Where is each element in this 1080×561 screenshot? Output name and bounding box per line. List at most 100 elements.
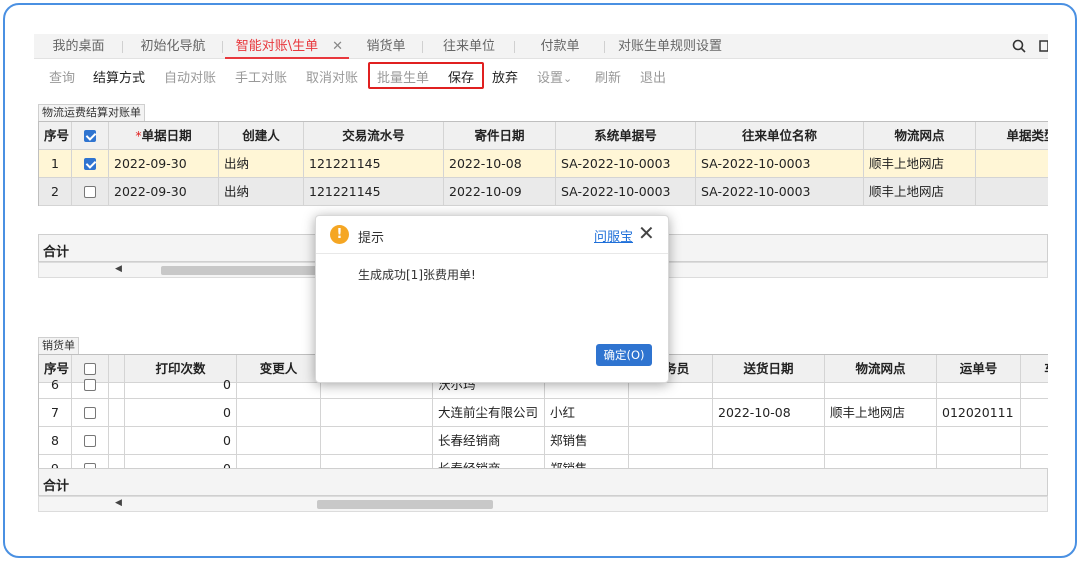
row-serial[interactable]: 121221145 bbox=[304, 178, 444, 206]
row-serial[interactable]: 121221145 bbox=[304, 150, 444, 178]
row-contact[interactable]: 郑销售 bbox=[545, 427, 629, 455]
tab-init-guide[interactable]: 初始化导航 bbox=[123, 34, 223, 59]
manual-reconcile-button[interactable]: 手工对账 bbox=[235, 67, 287, 86]
row-contact[interactable]: 郑销售 bbox=[545, 455, 629, 468]
row-customer[interactable]: 大连前尘有限公司 bbox=[433, 399, 545, 427]
help-link[interactable]: 问服宝 bbox=[594, 226, 633, 245]
tab-sales-order[interactable]: 销货单 bbox=[349, 34, 423, 59]
row-select[interactable] bbox=[72, 178, 109, 206]
row-delivery-date[interactable] bbox=[713, 455, 825, 468]
sales-horizontal-scrollbar[interactable]: ◀ bbox=[38, 496, 1048, 512]
row-waybill[interactable] bbox=[937, 455, 1021, 468]
tab-payment[interactable]: 付款单 bbox=[515, 34, 605, 59]
row-send-date[interactable]: 2022-10-08 bbox=[444, 150, 556, 178]
table-row[interactable]: 8 0 长春经销商 郑销售 bbox=[39, 427, 1048, 455]
row-checkbox[interactable] bbox=[84, 157, 96, 170]
refresh-button[interactable]: 刷新 bbox=[595, 67, 621, 86]
window-icon[interactable] bbox=[1039, 34, 1048, 59]
row-vehicle[interactable] bbox=[1021, 399, 1048, 427]
tab-desktop[interactable]: 我的桌面 bbox=[34, 34, 123, 59]
row-send-date[interactable]: 2022-10-09 bbox=[444, 178, 556, 206]
row-creator[interactable]: 出纳 bbox=[219, 178, 304, 206]
row-outlet[interactable] bbox=[825, 371, 937, 399]
tab-smart-reconcile[interactable]: 智能对账\生单 ✕ bbox=[225, 34, 349, 59]
row-select[interactable] bbox=[72, 399, 109, 427]
row-customer[interactable]: 长春经销商 bbox=[433, 427, 545, 455]
row-outlet[interactable] bbox=[825, 427, 937, 455]
row-checkbox[interactable] bbox=[84, 406, 96, 419]
row-checkbox[interactable] bbox=[84, 185, 96, 198]
row-vehicle[interactable] bbox=[1021, 455, 1048, 468]
cancel-reconcile-button[interactable]: 取消对账 bbox=[306, 67, 358, 86]
auto-reconcile-button[interactable]: 自动对账 bbox=[164, 67, 216, 86]
row-changer[interactable] bbox=[237, 371, 321, 399]
select-all-checkbox[interactable] bbox=[84, 129, 96, 142]
row-checkbox[interactable] bbox=[84, 378, 96, 391]
row-delivery-date[interactable]: 2022-10-08 bbox=[713, 399, 825, 427]
row-select[interactable] bbox=[72, 455, 109, 468]
exit-button[interactable]: 退出 bbox=[640, 67, 666, 86]
row-vehicle[interactable] bbox=[1021, 427, 1048, 455]
row-sys-no[interactable]: SA-2022-10-0003 bbox=[556, 150, 696, 178]
row-type[interactable] bbox=[976, 150, 1048, 178]
row-outlet[interactable]: 顺丰上地网店 bbox=[864, 178, 976, 206]
row-checkbox[interactable] bbox=[84, 434, 96, 447]
table-row[interactable]: 1 2022-09-30 出纳 121221145 2022-10-08 SA-… bbox=[39, 150, 1048, 178]
row-delivery-date[interactable] bbox=[713, 427, 825, 455]
row-changer[interactable] bbox=[237, 427, 321, 455]
row-sys-no[interactable]: SA-2022-10-0003 bbox=[556, 178, 696, 206]
row-changer[interactable] bbox=[237, 455, 321, 468]
scroll-left-icon[interactable]: ◀ bbox=[115, 498, 122, 508]
row-waybill[interactable] bbox=[937, 371, 1021, 399]
row-contact[interactable]: 小红 bbox=[545, 399, 629, 427]
ok-button[interactable]: 确定(O) bbox=[596, 344, 652, 366]
row-outlet[interactable] bbox=[825, 455, 937, 468]
row-waybill[interactable] bbox=[937, 427, 1021, 455]
discard-button[interactable]: 放弃 bbox=[492, 67, 518, 86]
row-creator[interactable]: 出纳 bbox=[219, 150, 304, 178]
row-changer[interactable] bbox=[237, 399, 321, 427]
col-header-date: *单据日期 bbox=[109, 122, 219, 150]
row-partner[interactable]: SA-2022-10-0003 bbox=[696, 178, 864, 206]
row-print-count[interactable]: 0 bbox=[125, 455, 237, 468]
settle-method-button[interactable]: 结算方式 bbox=[93, 67, 145, 86]
row-vehicle[interactable] bbox=[1021, 371, 1048, 399]
row-delivery-date[interactable] bbox=[713, 371, 825, 399]
row-waybill[interactable]: 012020111 bbox=[937, 399, 1021, 427]
row-date[interactable]: 2022-09-30 bbox=[109, 178, 219, 206]
row-customer[interactable]: 长春经销商 bbox=[433, 455, 545, 468]
row-c6[interactable] bbox=[321, 399, 433, 427]
col-header-select[interactable] bbox=[72, 122, 109, 150]
row-no: 6 bbox=[39, 371, 72, 399]
table-row[interactable]: 2 2022-09-30 出纳 121221145 2022-10-09 SA-… bbox=[39, 178, 1048, 206]
row-print-count[interactable]: 0 bbox=[125, 427, 237, 455]
settings-button[interactable]: 设置⌄ bbox=[537, 67, 572, 86]
table-row[interactable]: 9 0 长春经销商 郑销售 bbox=[39, 455, 1048, 468]
query-button[interactable]: 查询 bbox=[49, 67, 75, 86]
row-salesman[interactable] bbox=[629, 427, 713, 455]
tab-rule-settings[interactable]: 对账生单规则设置 bbox=[605, 34, 735, 59]
col-header-date-label: 单据日期 bbox=[141, 128, 192, 143]
close-icon[interactable]: ✕ bbox=[332, 34, 343, 59]
scrollbar-thumb[interactable] bbox=[317, 500, 493, 509]
row-c6[interactable] bbox=[321, 455, 433, 468]
close-icon[interactable]: ✕ bbox=[638, 221, 655, 245]
highlight-box bbox=[368, 62, 484, 89]
row-outlet[interactable]: 顺丰上地网店 bbox=[864, 150, 976, 178]
tab-partners[interactable]: 往来单位 bbox=[423, 34, 515, 59]
row-print-count[interactable]: 0 bbox=[125, 399, 237, 427]
row-select[interactable] bbox=[72, 150, 109, 178]
search-icon[interactable] bbox=[1012, 34, 1026, 59]
scroll-left-icon[interactable]: ◀ bbox=[115, 264, 122, 274]
row-c6[interactable] bbox=[321, 427, 433, 455]
row-type[interactable] bbox=[976, 178, 1048, 206]
row-salesman[interactable] bbox=[629, 455, 713, 468]
row-select[interactable] bbox=[72, 427, 109, 455]
row-salesman[interactable] bbox=[629, 399, 713, 427]
table-row[interactable]: 7 0 大连前尘有限公司 小红 2022-10-08 顺丰上地网店 012020… bbox=[39, 399, 1048, 427]
row-date[interactable]: 2022-09-30 bbox=[109, 150, 219, 178]
row-partner[interactable]: SA-2022-10-0003 bbox=[696, 150, 864, 178]
row-print-count[interactable]: 0 bbox=[125, 371, 237, 399]
row-select[interactable] bbox=[72, 371, 109, 399]
row-outlet[interactable]: 顺丰上地网店 bbox=[825, 399, 937, 427]
